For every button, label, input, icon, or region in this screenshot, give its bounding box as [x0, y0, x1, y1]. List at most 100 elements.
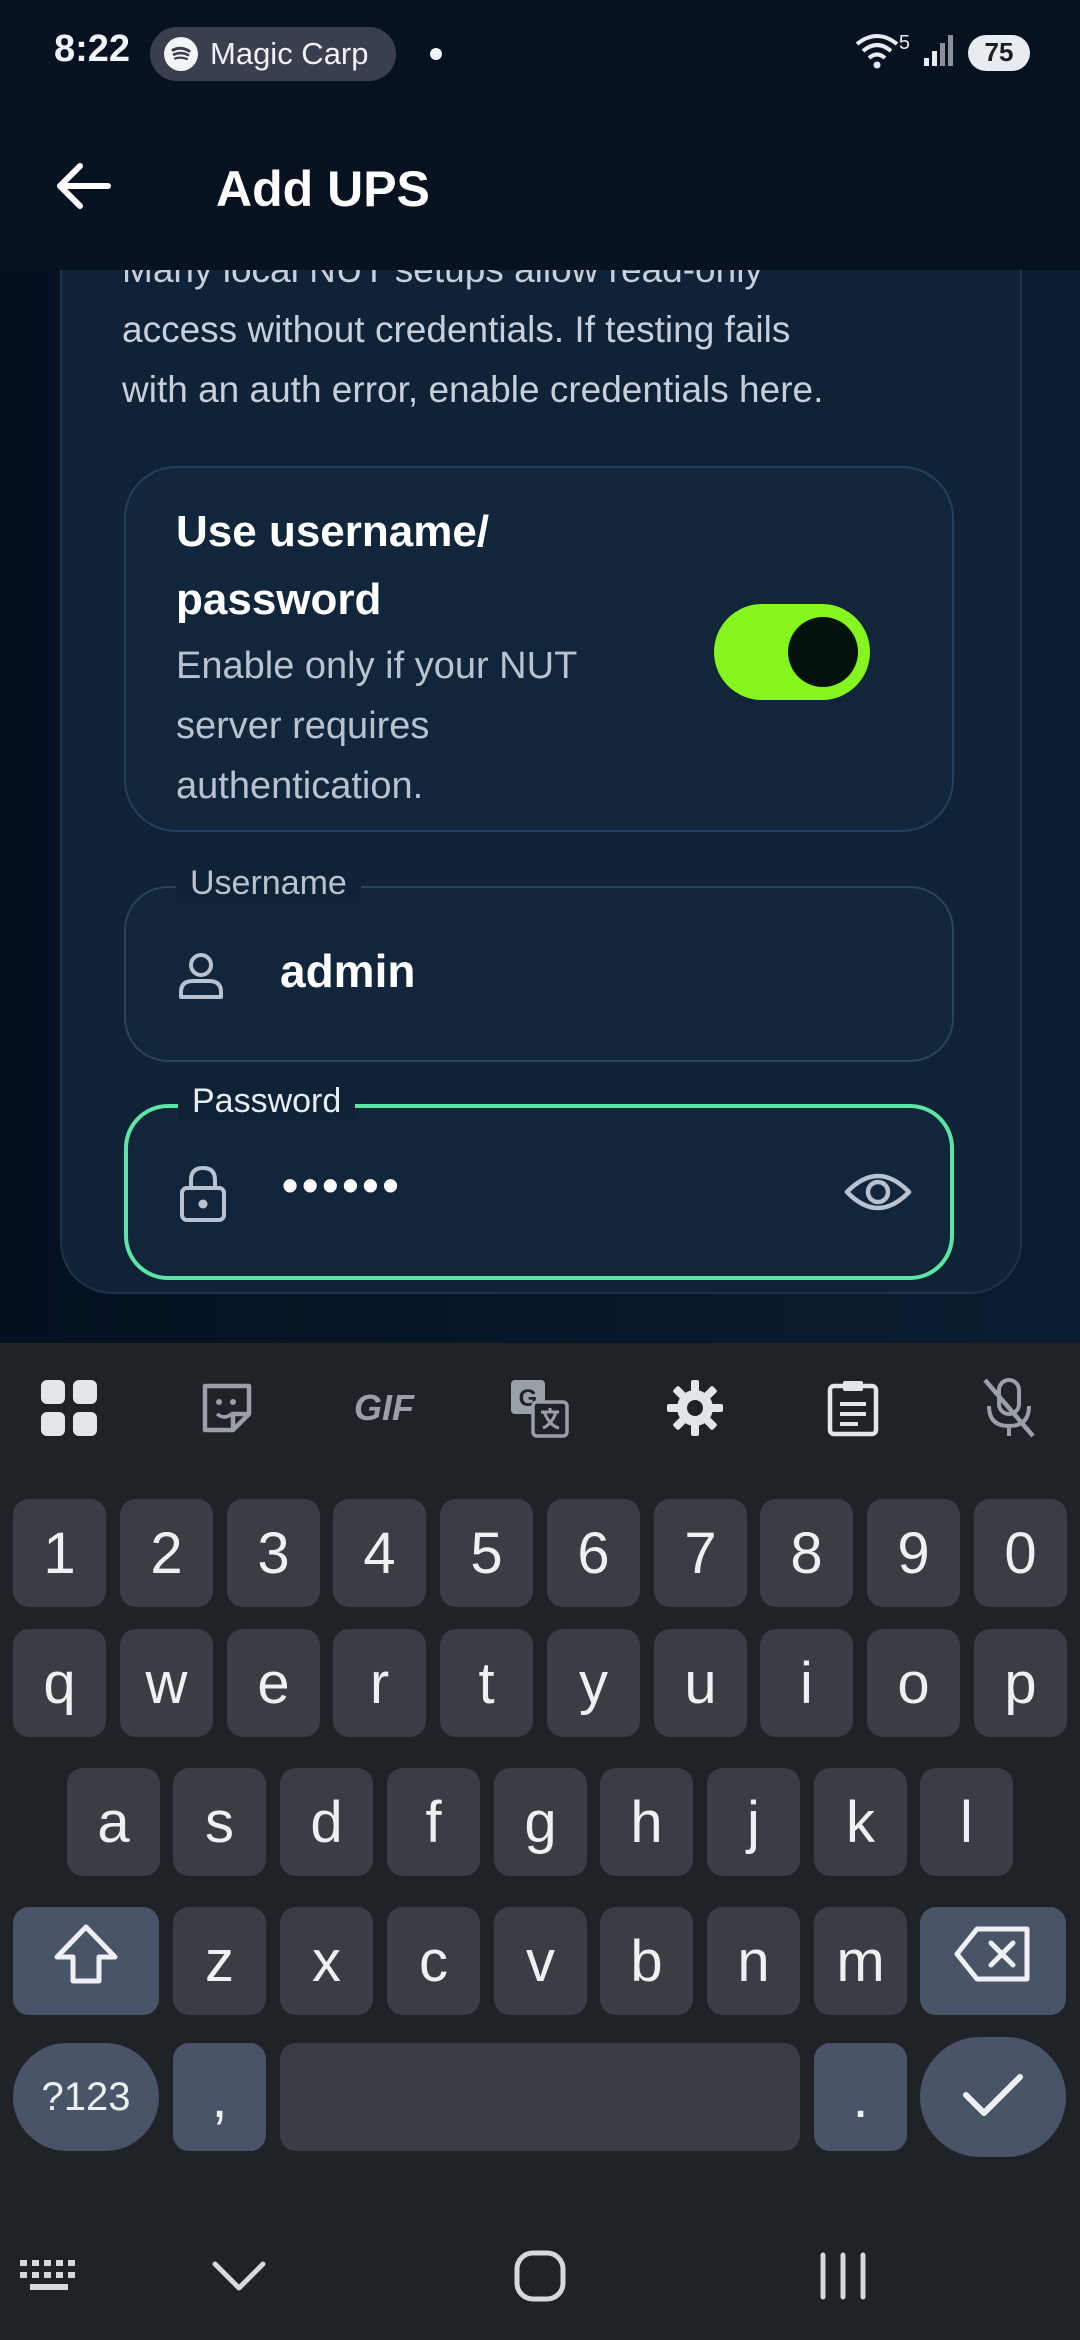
arrow-left-icon — [56, 161, 112, 216]
status-bar: 8:22 Magic Carp 5 75 — [0, 0, 1080, 110]
password-field[interactable]: Password •••••• — [124, 1082, 954, 1280]
checkmark-icon — [962, 2064, 1024, 2131]
key-p[interactable]: p — [974, 1629, 1067, 1737]
battery-indicator: 75 — [968, 34, 1030, 71]
form-content[interactable]: Many local NUT setups allow read-only ac… — [0, 270, 1080, 1343]
key-q[interactable]: q — [13, 1629, 106, 1737]
keyboard-toolbar: GIF G — [0, 1343, 1080, 1473]
backspace-icon — [953, 1925, 1033, 1997]
key-1[interactable]: 1 — [13, 1499, 106, 1607]
toggle-subtitle-line-3: authentication. — [176, 765, 424, 807]
gear-icon[interactable] — [664, 1377, 726, 1439]
sticker-icon[interactable] — [196, 1377, 258, 1439]
recents-button[interactable] — [808, 2243, 878, 2313]
media-pill[interactable]: Magic Carp — [150, 27, 396, 81]
key-2[interactable]: 2 — [120, 1499, 213, 1607]
mic-off-icon[interactable] — [978, 1377, 1040, 1439]
key-n[interactable]: n — [707, 1907, 800, 2015]
status-icons: 5 75 — [853, 30, 1030, 75]
page-title: Add UPS — [216, 161, 430, 217]
password-label: Password — [178, 1082, 356, 1121]
home-icon — [512, 2248, 568, 2309]
key-o[interactable]: o — [867, 1629, 960, 1737]
key-j[interactable]: j — [707, 1768, 800, 1876]
done-key[interactable] — [920, 2037, 1066, 2157]
notification-dot — [430, 48, 442, 60]
description-line-3: with an auth error, enable credentials h… — [122, 369, 824, 410]
translate-icon[interactable]: G — [508, 1377, 570, 1439]
key-x[interactable]: x — [280, 1907, 373, 2015]
shift-key[interactable] — [13, 1907, 159, 2015]
apps-icon[interactable] — [38, 1377, 100, 1439]
description-line-2: access without credentials. If testing f… — [122, 309, 791, 350]
toggle-subtitle-line-2: server requires — [176, 705, 430, 747]
wifi-generation-label: 5 — [898, 32, 910, 54]
on-screen-keyboard: GIF G 1 2 3 4 5 6 7 8 9 0 q w e r t y u … — [0, 1343, 1080, 2213]
key-9[interactable]: 9 — [867, 1499, 960, 1607]
home-button[interactable] — [505, 2243, 575, 2313]
key-6[interactable]: 6 — [547, 1499, 640, 1607]
keyboard-switch-button[interactable] — [14, 2243, 84, 2313]
key-k[interactable]: k — [814, 1768, 907, 1876]
space-key[interactable] — [280, 2043, 800, 2151]
key-a[interactable]: a — [67, 1768, 160, 1876]
credentials-toggle-row[interactable]: Use username/ password Enable only if yo… — [124, 466, 954, 832]
key-r[interactable]: r — [333, 1629, 426, 1737]
username-label: Username — [176, 864, 361, 903]
key-t[interactable]: t — [440, 1629, 533, 1737]
key-4[interactable]: 4 — [333, 1499, 426, 1607]
username-input[interactable]: admin — [280, 944, 415, 998]
shift-icon — [51, 1923, 121, 1999]
back-button[interactable] — [52, 156, 116, 220]
key-w[interactable]: w — [120, 1629, 213, 1737]
symbols-key[interactable]: ?123 — [13, 2043, 159, 2151]
recents-icon — [815, 2251, 871, 2306]
spotify-icon — [164, 37, 198, 71]
key-i[interactable]: i — [760, 1629, 853, 1737]
backspace-key[interactable] — [920, 1907, 1066, 2015]
toggle-subtitle-line-1: Enable only if your NUT — [176, 645, 578, 687]
description-line-1: Many local NUT setups allow read-only — [122, 270, 982, 300]
media-pill-label: Magic Carp — [210, 36, 369, 71]
key-u[interactable]: u — [654, 1629, 747, 1737]
key-v[interactable]: v — [494, 1907, 587, 2015]
clipboard-icon[interactable] — [822, 1377, 884, 1439]
toggle-title: Use username/ password — [176, 498, 596, 634]
app-bar: Add UPS — [0, 110, 1080, 270]
key-0[interactable]: 0 — [974, 1499, 1067, 1607]
wifi-icon — [853, 30, 901, 75]
hide-keyboard-button[interactable] — [204, 2243, 274, 2313]
key-h[interactable]: h — [600, 1768, 693, 1876]
key-s[interactable]: s — [173, 1768, 266, 1876]
key-c[interactable]: c — [387, 1907, 480, 2015]
gif-label: GIF — [354, 1387, 414, 1428]
credentials-description: Many local NUT setups allow read-only ac… — [122, 270, 982, 420]
key-l[interactable]: l — [920, 1768, 1013, 1876]
key-3[interactable]: 3 — [227, 1499, 320, 1607]
key-b[interactable]: b — [600, 1907, 693, 2015]
eye-icon — [844, 1168, 912, 1221]
comma-key[interactable]: , — [173, 2043, 266, 2151]
key-z[interactable]: z — [173, 1907, 266, 2015]
key-f[interactable]: f — [387, 1768, 480, 1876]
key-7[interactable]: 7 — [654, 1499, 747, 1607]
show-password-button[interactable] — [836, 1152, 920, 1236]
credentials-switch[interactable] — [714, 604, 870, 700]
toggle-title-line-2: password — [176, 575, 382, 624]
key-y[interactable]: y — [547, 1629, 640, 1737]
keyboard-icon — [18, 2256, 80, 2301]
key-5[interactable]: 5 — [440, 1499, 533, 1607]
key-m[interactable]: m — [814, 1907, 907, 2015]
signal-icon — [922, 32, 956, 73]
navigation-bar — [0, 2213, 1080, 2340]
username-field[interactable]: Username admin — [124, 864, 954, 1062]
key-e[interactable]: e — [227, 1629, 320, 1737]
key-g[interactable]: g — [494, 1768, 587, 1876]
password-input[interactable]: •••••• — [282, 1158, 403, 1212]
period-key[interactable]: . — [814, 2043, 907, 2151]
key-8[interactable]: 8 — [760, 1499, 853, 1607]
toggle-title-line-1: Use username/ — [176, 507, 490, 556]
key-d[interactable]: d — [280, 1768, 373, 1876]
toggle-subtitle: Enable only if your NUT server requires … — [176, 636, 646, 816]
gif-button[interactable]: GIF — [344, 1377, 424, 1439]
